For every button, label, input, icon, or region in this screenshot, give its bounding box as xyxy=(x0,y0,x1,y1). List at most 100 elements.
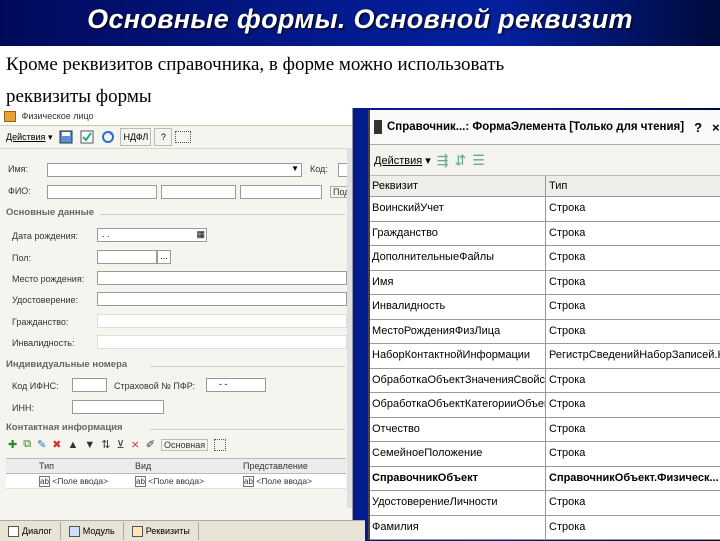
attribute-name-cell[interactable]: НаборКонтактнойИнформации xyxy=(370,344,546,368)
fio-field-2[interactable] xyxy=(161,185,236,199)
attribute-type-cell[interactable]: Строка xyxy=(546,491,720,515)
delete-row-icon[interactable]: ✖ xyxy=(52,438,61,451)
attribute-type-cell[interactable]: Строка xyxy=(546,271,720,295)
birthplace-field[interactable] xyxy=(97,271,347,285)
birth-date-field[interactable]: . . ▦ xyxy=(97,228,207,242)
attribute-name-cell[interactable]: УдостоверениеЛичности xyxy=(370,491,546,515)
move-attribute-icon[interactable]: ⇵ xyxy=(455,152,467,169)
help-button[interactable]: ? xyxy=(694,120,702,135)
column-header-attr[interactable]: Реквизит xyxy=(370,176,546,196)
table-row[interactable]: УдостоверениеЛичности Строка xyxy=(370,491,720,516)
sort-attribute-icon[interactable]: ☰ xyxy=(472,152,485,169)
table-row[interactable]: СемейноеПоложение Строка xyxy=(370,442,720,467)
attribute-type-cell[interactable]: Строка xyxy=(546,418,720,442)
help-button[interactable]: ? xyxy=(154,128,173,146)
attribute-name-cell[interactable]: ОбработкаОбъектКатегорииОбъекта xyxy=(370,393,546,417)
calendar-icon[interactable]: ▦ xyxy=(196,229,205,240)
attribute-type-cell[interactable]: Строка xyxy=(546,393,720,417)
more-icon[interactable] xyxy=(214,438,227,451)
attribute-name-cell[interactable]: Отчество xyxy=(370,417,546,441)
attribute-name-cell[interactable]: ОбработкаОбъектЗначенияСвойств xyxy=(370,368,546,392)
table-row[interactable]: Отчество Строка xyxy=(370,417,720,442)
ifns-field[interactable] xyxy=(72,378,107,392)
attribute-name-cell[interactable]: СемейноеПоложение xyxy=(370,442,546,466)
attribute-name-cell[interactable]: Фамилия xyxy=(370,515,546,539)
clear-filter-icon[interactable]: ⨯ xyxy=(131,438,140,451)
edit-row-icon[interactable]: ✎ xyxy=(37,438,46,451)
table-row[interactable]: МестоРожденияФизЛица Строка xyxy=(370,319,720,344)
table-row[interactable]: ОбработкаОбъектЗначенияСвойств Строка xyxy=(370,368,720,393)
table-row[interactable]: Гражданство Строка xyxy=(370,221,720,246)
table-row[interactable]: ВоинскийУчет Строка xyxy=(370,197,720,222)
tab-dialog[interactable]: Диалог xyxy=(0,522,61,540)
attribute-type-cell[interactable]: Строка xyxy=(546,222,720,246)
pencil-icon[interactable]: ✐ xyxy=(146,438,155,451)
column-header-type[interactable]: Тип xyxy=(546,176,720,196)
attribute-name-cell[interactable]: ДополнительныеФайлы xyxy=(370,246,546,270)
attribute-name-cell[interactable]: Гражданство xyxy=(370,221,546,245)
table-row[interactable]: ab <Поле ввода> ab <Поле ввода> ab <Поле… xyxy=(6,474,346,489)
save-icon[interactable] xyxy=(57,129,75,145)
name-field[interactable]: ▼ xyxy=(47,163,302,177)
id-doc-field[interactable] xyxy=(97,292,347,306)
vertical-scrollbar[interactable] xyxy=(347,148,352,508)
tab-module[interactable]: Модуль xyxy=(61,522,124,540)
attribute-name-cell[interactable]: Инвалидность xyxy=(370,295,546,319)
actions-menu-button[interactable]: Действия ▾ xyxy=(374,154,431,167)
table-cell[interactable]: ab <Поле ввода> xyxy=(132,474,240,488)
add-row-icon[interactable]: ✚ xyxy=(8,438,17,451)
table-row[interactable]: СправочникОбъект СправочникОбъект.Физичес… xyxy=(370,466,720,491)
table-cell[interactable]: ab <Поле ввода> xyxy=(36,474,132,488)
add-attribute-icon[interactable]: ⇶ xyxy=(437,152,449,169)
birth-date-label: Дата рождения: xyxy=(12,231,78,241)
attribute-type-cell[interactable]: Строка xyxy=(546,320,720,344)
pfr-field[interactable]: - - xyxy=(206,378,266,392)
attribute-type-cell[interactable]: СправочникОбъект.Физическ... xyxy=(546,467,720,491)
table-row[interactable]: Инвалидность Строка xyxy=(370,295,720,320)
table-row[interactable]: НаборКонтактнойИнформации РегистрСведений… xyxy=(370,344,720,369)
column-header[interactable]: Тип xyxy=(36,459,132,473)
sort-icon[interactable]: ⇅ xyxy=(101,438,110,451)
attribute-name-cell[interactable]: ВоинскийУчет xyxy=(370,197,546,221)
inn-field[interactable] xyxy=(72,400,164,414)
table-row[interactable]: ОбработкаОбъектКатегорииОбъекта Строка xyxy=(370,393,720,418)
id-doc-label: Удостоверение: xyxy=(12,295,78,305)
check-icon[interactable] xyxy=(78,129,96,145)
attribute-type-cell[interactable]: РегистрСведенийНаборЗаписей.Ко... xyxy=(546,344,720,368)
attribute-type-cell[interactable]: Строка xyxy=(546,516,720,540)
gender-select-button[interactable]: ... xyxy=(157,250,171,264)
attribute-type-cell[interactable]: Строка xyxy=(546,295,720,319)
section-numbers-title: Индивидуальные номера xyxy=(6,359,128,370)
move-down-icon[interactable]: ▼ xyxy=(84,439,95,451)
column-header[interactable]: Вид xyxy=(132,459,240,473)
ndfl-button[interactable]: НДФЛ xyxy=(120,128,152,146)
actions-menu-button[interactable]: Действия ▾ xyxy=(4,129,54,145)
table-cell[interactable]: ab <Поле ввода> xyxy=(240,474,346,488)
disability-field[interactable] xyxy=(97,335,347,349)
attribute-type-cell[interactable]: Строка xyxy=(546,369,720,393)
move-up-icon[interactable]: ▲ xyxy=(68,439,79,451)
more-icon[interactable] xyxy=(175,131,192,143)
attribute-name-cell[interactable]: Имя xyxy=(370,270,546,294)
attribute-name-cell[interactable]: МестоРожденияФизЛица xyxy=(370,319,546,343)
filter-icon[interactable]: ⊻ xyxy=(117,438,125,451)
attribute-type-cell[interactable]: Строка xyxy=(546,246,720,270)
attribute-type-cell[interactable]: Строка xyxy=(546,442,720,466)
citizenship-field[interactable] xyxy=(97,314,347,328)
table-row[interactable]: Фамилия Строка xyxy=(370,515,720,540)
refresh-icon[interactable] xyxy=(99,129,117,145)
copy-row-icon[interactable]: ⧉ xyxy=(23,438,31,451)
table-row[interactable]: Имя Строка xyxy=(370,270,720,295)
table-row[interactable]: ДополнительныеФайлы Строка xyxy=(370,246,720,271)
dropdown-arrow-icon[interactable]: ▼ xyxy=(291,164,299,173)
birthplace-label: Место рождения: xyxy=(12,274,85,284)
attribute-name-cell[interactable]: СправочникОбъект xyxy=(370,466,546,490)
column-header[interactable]: Представление xyxy=(240,459,346,473)
fio-field-1[interactable] xyxy=(47,185,157,199)
tab-attributes[interactable]: Реквизиты xyxy=(124,522,199,540)
main-contact-button[interactable]: Основная xyxy=(161,438,209,451)
close-button[interactable]: × xyxy=(712,120,720,135)
attribute-type-cell[interactable]: Строка xyxy=(546,197,720,221)
gender-field[interactable] xyxy=(97,250,157,264)
fio-field-3[interactable] xyxy=(240,185,322,199)
